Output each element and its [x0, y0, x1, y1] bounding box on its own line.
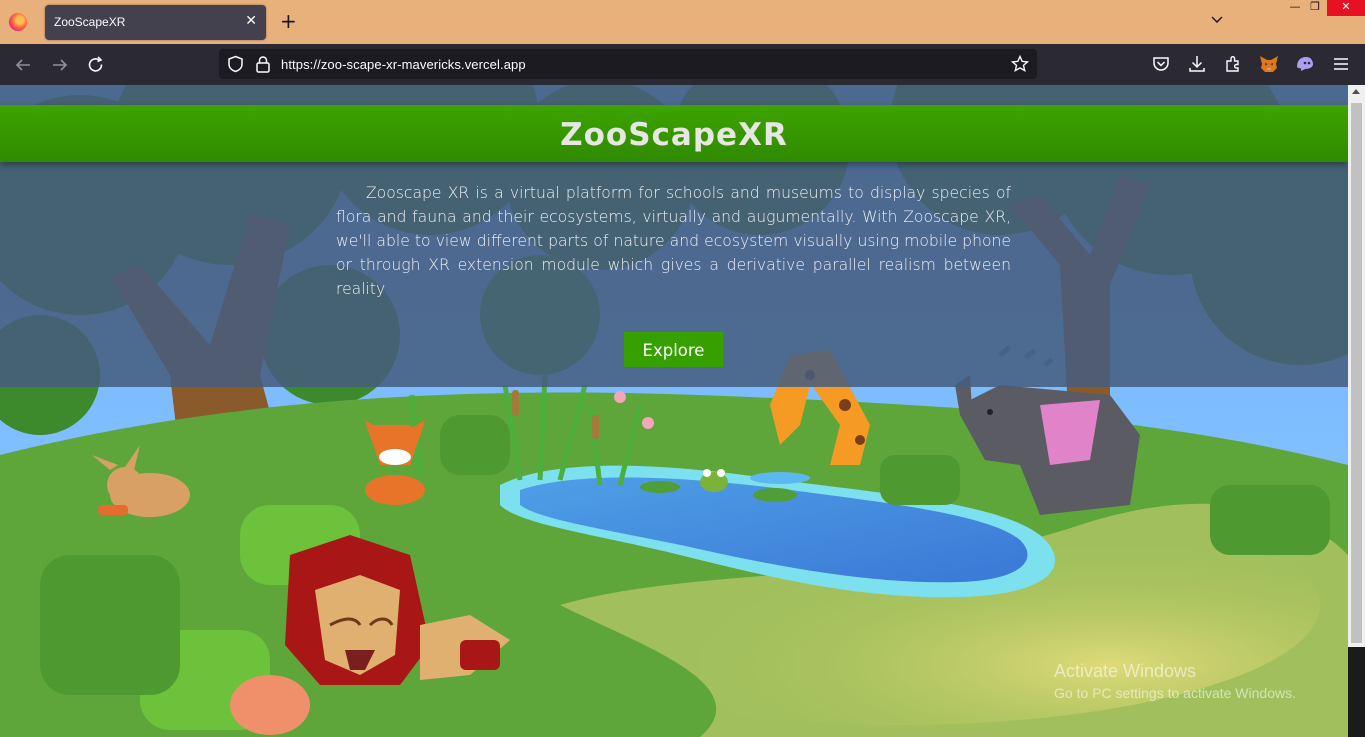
tab-title: ZooScapeXR: [54, 15, 126, 29]
window-maximize-button[interactable]: ❐: [1305, 0, 1325, 14]
reload-icon[interactable]: [86, 55, 106, 75]
tab-strip: ZooScapeXR ✕ + — ❐ ✕: [0, 0, 1365, 44]
window-minimize-button[interactable]: —: [1285, 0, 1305, 14]
metamask-icon[interactable]: [1259, 55, 1279, 73]
site-header: ZooScapeXR: [0, 105, 1348, 162]
scroll-thumb[interactable]: [1351, 103, 1362, 643]
scroll-track-end: [1348, 647, 1365, 737]
lock-icon[interactable]: [255, 55, 271, 73]
back-icon[interactable]: [13, 55, 33, 75]
new-tab-button[interactable]: +: [280, 10, 297, 32]
scroll-up-icon[interactable]: [1352, 89, 1360, 94]
vertical-scrollbar[interactable]: [1348, 85, 1365, 737]
download-icon[interactable]: [1188, 55, 1206, 73]
forward-icon[interactable]: [50, 55, 70, 75]
shield-icon[interactable]: [227, 55, 244, 73]
frog: [700, 469, 728, 492]
tab-zooscapexr[interactable]: ZooScapeXR ✕: [45, 5, 266, 40]
navigation-toolbar: https://zoo-scape-xr-mavericks.vercel.ap…: [0, 44, 1365, 85]
url-text[interactable]: https://zoo-scape-xr-mavericks.vercel.ap…: [281, 57, 526, 72]
extensions-icon[interactable]: [1224, 55, 1242, 73]
menu-icon[interactable]: [1333, 56, 1349, 72]
pocket-icon[interactable]: [1152, 55, 1170, 73]
activate-windows-title: Activate Windows: [1054, 661, 1197, 681]
tab-close-icon[interactable]: ✕: [245, 13, 257, 29]
star-icon[interactable]: [1011, 55, 1029, 73]
firefox-logo-icon[interactable]: [9, 13, 27, 31]
activate-windows-subtitle: Go to PC settings to activate Windows.: [1054, 685, 1296, 701]
explore-button[interactable]: Explore: [624, 332, 723, 367]
page-viewport: ZooScapeXR Zooscape XR is a virtual plat…: [0, 85, 1348, 737]
chevron-down-icon[interactable]: [1211, 14, 1223, 26]
site-description: Zooscape XR is a virtual platform for sc…: [336, 184, 1011, 298]
url-bar[interactable]: https://zoo-scape-xr-mavericks.vercel.ap…: [219, 49, 1037, 79]
site-title: ZooScapeXR: [560, 117, 788, 153]
ghost-extension-icon[interactable]: [1295, 55, 1315, 73]
window-close-button[interactable]: ✕: [1327, 0, 1365, 16]
